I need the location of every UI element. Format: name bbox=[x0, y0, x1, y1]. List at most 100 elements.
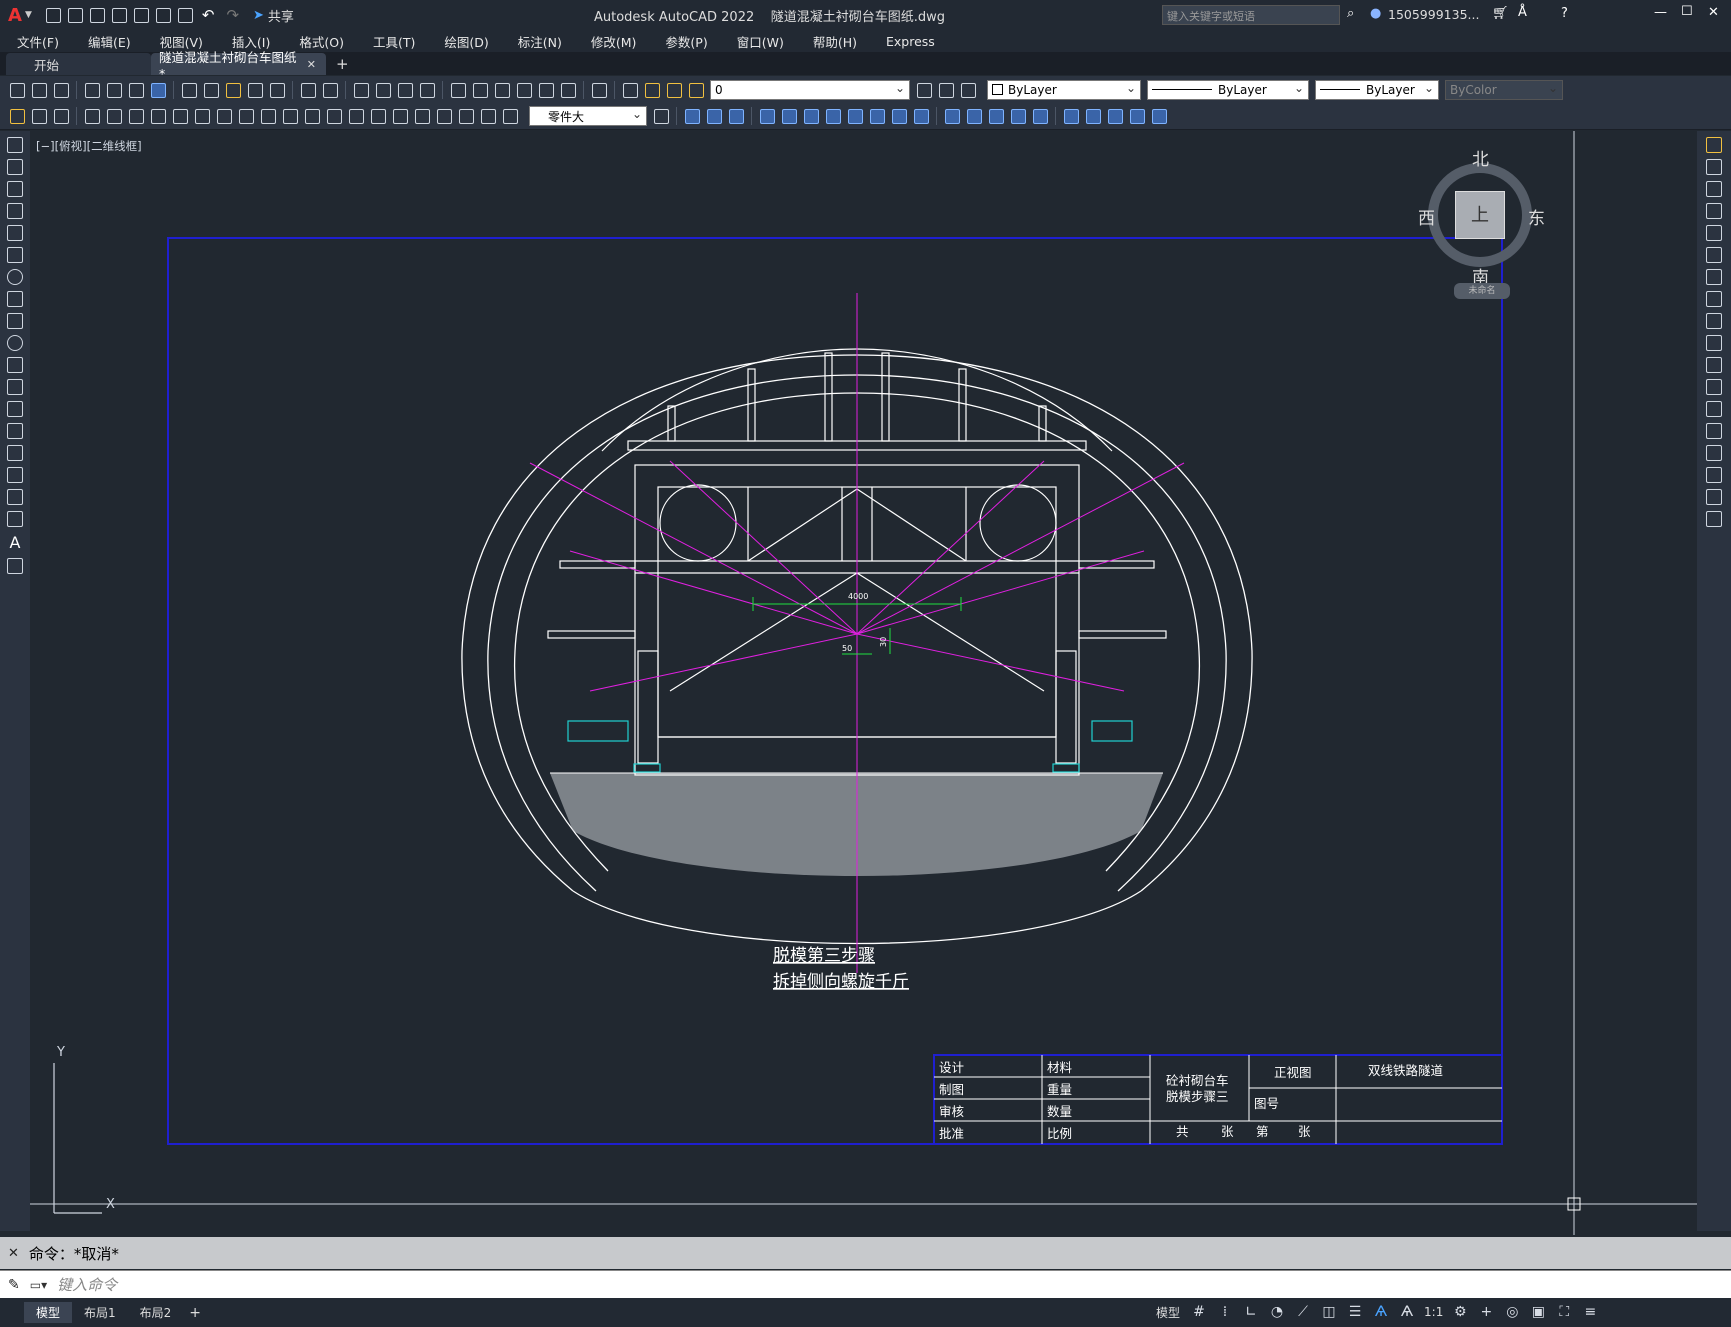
layer-previous-icon[interactable] bbox=[936, 81, 956, 99]
polar-icon[interactable]: ◔ bbox=[1266, 1302, 1288, 1322]
command-input[interactable]: 键入命令 bbox=[57, 1274, 117, 1295]
solid-edit-icon[interactable] bbox=[1149, 107, 1169, 125]
extract-edges-icon[interactable] bbox=[1127, 107, 1147, 125]
redo-icon[interactable]: ↷ bbox=[226, 6, 239, 24]
dim-ordinate-icon[interactable] bbox=[148, 107, 168, 125]
hatch-icon[interactable] bbox=[7, 445, 23, 461]
menu-draw[interactable]: 绘图(D) bbox=[427, 32, 500, 51]
group-icon[interactable] bbox=[29, 107, 49, 125]
linetype-dropdown[interactable]: ByLayer bbox=[1147, 79, 1309, 100]
menu-modify[interactable]: 修改(M) bbox=[574, 32, 649, 51]
plus-icon[interactable]: + bbox=[1475, 1302, 1497, 1322]
insert-block-icon[interactable] bbox=[7, 379, 23, 395]
spline-icon[interactable] bbox=[7, 313, 23, 329]
layout-tab-2[interactable]: 布局2 bbox=[128, 1302, 184, 1323]
ortho-icon[interactable]: ∟ bbox=[1240, 1302, 1262, 1322]
publish-icon[interactable] bbox=[126, 81, 146, 99]
lineweight-icon[interactable]: ☰ bbox=[1344, 1302, 1366, 1322]
array-icon[interactable] bbox=[1706, 225, 1722, 241]
dim-diameter-icon[interactable] bbox=[214, 107, 234, 125]
compass-west[interactable]: 西 bbox=[1418, 204, 1435, 229]
trim-icon[interactable] bbox=[1706, 335, 1722, 351]
shell-icon[interactable] bbox=[1008, 107, 1028, 125]
revision-cloud-icon[interactable] bbox=[7, 291, 23, 307]
tab-start[interactable]: 开始 bbox=[6, 53, 151, 75]
polyline-icon[interactable] bbox=[7, 181, 23, 197]
plotstyle-dropdown[interactable]: ByColor bbox=[1445, 79, 1563, 100]
polygon-icon[interactable] bbox=[7, 203, 23, 219]
quick-dim-icon[interactable] bbox=[258, 107, 278, 125]
cart-icon[interactable]: 🛒︎ bbox=[1492, 6, 1509, 21]
break-at-point-icon[interactable] bbox=[1706, 379, 1722, 395]
make-current-icon[interactable] bbox=[914, 81, 934, 99]
dim-space-icon[interactable] bbox=[324, 107, 344, 125]
intersect-icon[interactable] bbox=[726, 107, 746, 125]
recent-commands-icon[interactable]: ▭▾ bbox=[30, 1278, 47, 1292]
dim-baseline-icon[interactable] bbox=[280, 107, 300, 125]
imprint-icon[interactable] bbox=[942, 107, 962, 125]
viewport-label[interactable]: [−][俯视][二维线框] bbox=[36, 138, 142, 154]
menu-window[interactable]: 窗口(W) bbox=[720, 32, 796, 51]
osnap-icon[interactable]: ◫ bbox=[1318, 1302, 1340, 1322]
clean-screen-icon[interactable]: ⛶ bbox=[1553, 1302, 1575, 1322]
plot-icon[interactable] bbox=[175, 6, 195, 24]
check-icon[interactable] bbox=[1030, 107, 1050, 125]
layer-states-icon[interactable] bbox=[958, 81, 978, 99]
arc-icon[interactable] bbox=[7, 247, 23, 263]
menu-parametric[interactable]: 参数(P) bbox=[648, 32, 719, 51]
menu-help[interactable]: 帮助(H) bbox=[796, 32, 869, 51]
rotate-faces-icon[interactable] bbox=[845, 107, 865, 125]
search-icon[interactable]: ⌕ bbox=[1347, 6, 1354, 21]
ellipse-icon[interactable] bbox=[7, 335, 23, 351]
menu-tools[interactable]: 工具(T) bbox=[356, 32, 427, 51]
plot-icon[interactable] bbox=[82, 81, 102, 99]
rectangle-icon[interactable] bbox=[7, 225, 23, 241]
save-icon[interactable] bbox=[87, 6, 107, 24]
offset-icon[interactable] bbox=[1706, 203, 1722, 219]
point-icon[interactable] bbox=[7, 423, 23, 439]
redo-icon[interactable] bbox=[320, 81, 340, 99]
customize-icon[interactable]: ✎ bbox=[8, 1277, 20, 1293]
app-logo-icon[interactable]: A bbox=[8, 5, 22, 26]
lineweight-dropdown[interactable]: ByLayer bbox=[1315, 79, 1439, 100]
add-layout-button[interactable]: + bbox=[189, 1305, 201, 1321]
layout-tab-model[interactable]: 模型 bbox=[24, 1302, 73, 1323]
zoom-previous-icon[interactable] bbox=[417, 81, 437, 99]
design-center-icon[interactable] bbox=[470, 81, 490, 99]
annotation-visibility-icon[interactable]: Ѧ bbox=[1370, 1302, 1392, 1322]
undo-icon[interactable] bbox=[298, 81, 318, 99]
save-web-icon[interactable] bbox=[153, 6, 173, 24]
menu-edit[interactable]: 编辑(E) bbox=[71, 32, 143, 51]
extrude-faces-icon[interactable] bbox=[757, 107, 777, 125]
markup-icon[interactable] bbox=[536, 81, 556, 99]
jogged-linear-icon[interactable] bbox=[434, 107, 454, 125]
zoom-realtime-icon[interactable] bbox=[373, 81, 393, 99]
sheet-set-icon[interactable] bbox=[514, 81, 534, 99]
open-icon[interactable] bbox=[65, 6, 85, 24]
tool-palettes-icon[interactable] bbox=[492, 81, 512, 99]
snap-icon[interactable]: ⁞ bbox=[1214, 1302, 1236, 1322]
inspect-icon[interactable] bbox=[412, 107, 432, 125]
minimize-button[interactable]: — bbox=[1654, 5, 1667, 20]
search-input[interactable]: 键入关键字或短语 bbox=[1167, 10, 1255, 23]
dim-style-icon[interactable] bbox=[651, 107, 671, 125]
move-faces-icon[interactable] bbox=[779, 107, 799, 125]
dim-break-icon[interactable] bbox=[346, 107, 366, 125]
section-icon[interactable] bbox=[1083, 107, 1103, 125]
properties-icon[interactable] bbox=[448, 81, 468, 99]
erase-icon[interactable] bbox=[1706, 137, 1722, 153]
blend-curves-icon[interactable] bbox=[1706, 489, 1722, 505]
dim-linear-icon[interactable] bbox=[82, 107, 102, 125]
menu-file[interactable]: 文件(F) bbox=[0, 32, 71, 51]
user-name[interactable]: 1505999135... bbox=[1388, 7, 1479, 22]
plot-preview-icon[interactable] bbox=[104, 81, 124, 99]
copy-object-icon[interactable] bbox=[1706, 159, 1722, 175]
copy-icon[interactable] bbox=[201, 81, 221, 99]
mtext-icon[interactable]: A bbox=[0, 533, 30, 552]
interfere-icon[interactable] bbox=[1105, 107, 1125, 125]
zoom-window-icon[interactable] bbox=[395, 81, 415, 99]
dim-text-edit-icon[interactable] bbox=[478, 107, 498, 125]
extend-icon[interactable] bbox=[1706, 357, 1722, 373]
block-editor-icon[interactable] bbox=[267, 81, 287, 99]
share-button[interactable]: 共享 bbox=[268, 6, 294, 25]
